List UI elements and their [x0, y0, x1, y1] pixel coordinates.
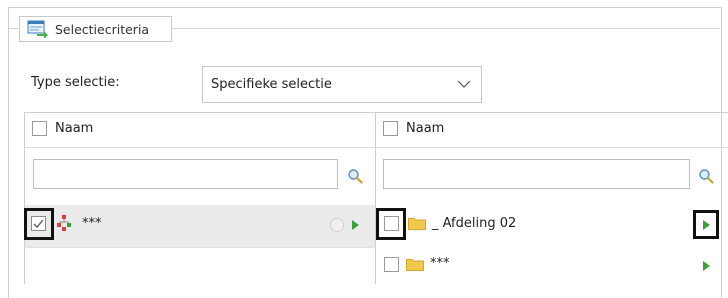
folder-icon [408, 218, 426, 230]
checkmark-icon [33, 219, 44, 228]
left-item-checkbox[interactable] [31, 216, 46, 231]
selection-grid [24, 112, 728, 284]
right-column-header: Naam [383, 121, 444, 136]
column-divider [375, 112, 376, 284]
right-item-label: _ Afdeling 02 [432, 216, 517, 231]
left-search-input[interactable] [33, 159, 338, 189]
organization-tree-icon [57, 215, 71, 231]
selection-criteria-icon [27, 20, 48, 38]
right-item-label: *** [430, 256, 450, 271]
magnifier-icon[interactable] [698, 168, 714, 184]
right-item-checkbox[interactable] [384, 257, 399, 272]
play-icon[interactable] [352, 220, 359, 230]
list-item[interactable] [25, 205, 375, 247]
panel-title: Selectiecriteria [55, 21, 150, 37]
right-item-checkbox[interactable] [384, 216, 399, 231]
chevron-down-icon [457, 80, 471, 88]
left-column-header-label: Naam [55, 121, 94, 136]
magnifier-icon[interactable] [347, 168, 363, 184]
folder-icon [406, 259, 424, 271]
panel-legend: Selectiecriteria [19, 16, 172, 42]
right-column-header-label: Naam [406, 121, 445, 136]
type-selectie-value: Specifieke selectie [211, 77, 332, 92]
play-icon[interactable] [703, 261, 710, 271]
type-selectie-dropdown[interactable]: Specifieke selectie [202, 66, 482, 103]
left-select-all-checkbox[interactable] [32, 121, 47, 136]
left-item-label: *** [82, 216, 102, 231]
right-select-all-checkbox[interactable] [383, 121, 398, 136]
header-divider [24, 147, 728, 148]
right-search-input[interactable] [383, 159, 690, 189]
type-selectie-label: Type selectie: [31, 75, 120, 90]
item-radio[interactable] [330, 218, 344, 232]
left-column-header: Naam [32, 121, 93, 136]
play-icon[interactable] [703, 220, 710, 230]
row-divider [24, 247, 376, 248]
